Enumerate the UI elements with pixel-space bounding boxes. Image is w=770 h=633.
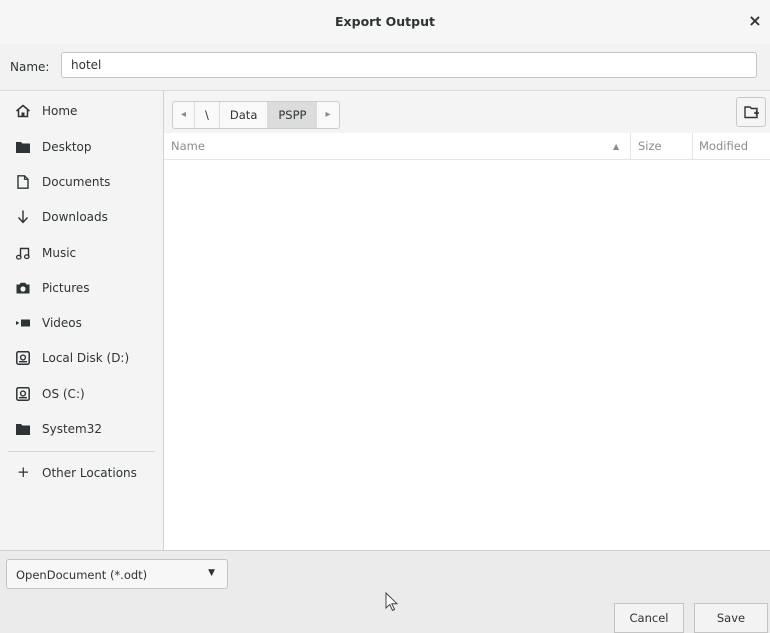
plus-icon: + [17,463,30,481]
path-bar: ◂ \ Data PSPP ▸ [164,91,770,133]
home-icon [15,104,31,118]
title-bar: Export Output × [0,0,770,45]
column-divider [630,133,631,159]
new-folder-icon [744,106,759,119]
sidebar-item-label: Pictures [42,281,90,295]
drive-icon [15,351,31,365]
camera-icon [15,281,31,295]
sidebar-item-label: Local Disk (D:) [42,351,130,365]
file-browser: ◂ \ Data PSPP ▸ Name ▲ Size Modified [164,91,770,550]
mouse-cursor-icon [385,592,399,612]
sidebar-item-label: OS (C:) [42,387,85,401]
path-forward-arrow[interactable]: ▸ [317,102,338,128]
download-icon [15,210,31,224]
chevron-down-icon: ▼ [208,568,215,578]
name-input[interactable] [61,52,757,78]
sidebar-divider [8,451,155,452]
sidebar-item-label: System32 [42,422,103,436]
document-icon [15,175,31,189]
sidebar-item-pictures[interactable]: Pictures [0,272,163,304]
name-row: Name: [0,44,770,91]
sidebar-item-videos[interactable]: Videos [0,307,163,339]
music-icon [15,246,31,260]
filter-bar: OpenDocument (*.odt) ▼ [0,550,770,597]
file-type-select[interactable]: OpenDocument (*.odt) ▼ [6,559,228,589]
file-type-label: OpenDocument (*.odt) [16,568,148,582]
sidebar-item-downloads[interactable]: Downloads [0,201,163,233]
path-back-arrow[interactable]: ◂ [173,102,196,128]
sidebar-item-label: Downloads [42,210,108,224]
sidebar-item-label: Home [42,104,78,118]
sidebar-item-documents[interactable]: Documents [0,166,163,198]
sidebar-item-label: Documents [42,175,111,189]
sidebar-item-label: Desktop [42,140,92,154]
sidebar-item-music[interactable]: Music [0,237,163,269]
name-label: Name: [10,60,50,74]
sidebar-item-os-c[interactable]: OS (C:) [0,378,163,410]
column-size[interactable]: Size [638,139,662,153]
column-name[interactable]: Name [171,139,205,153]
drive-icon [15,387,31,401]
new-folder-button[interactable] [736,97,766,127]
column-divider [692,133,693,159]
sidebar-item-system32[interactable]: System32 [0,413,163,445]
sidebar-item-label: Other Locations [42,466,137,480]
sidebar-item-local-disk-d[interactable]: Local Disk (D:) [0,342,163,374]
crumb-data[interactable]: Data [220,102,269,128]
sidebar-item-label: Videos [42,316,82,330]
breadcrumb: ◂ \ Data PSPP ▸ [172,101,340,129]
sort-ascending-icon: ▲ [613,142,620,151]
window-title: Export Output [335,14,435,29]
folder-icon [15,140,31,154]
folder-icon [15,422,31,436]
crumb-pspp[interactable]: PSPP [268,102,318,128]
sidebar-item-home[interactable]: Home [0,95,163,127]
video-icon [15,316,31,330]
places-sidebar: Home Desktop Documents Downloads Music P… [0,91,164,550]
close-icon[interactable]: × [744,10,766,32]
column-header: Name ▲ Size Modified [164,133,770,160]
sidebar-item-other-locations[interactable]: + Other Locations [0,457,163,489]
sidebar-item-label: Music [42,246,77,260]
crumb-root[interactable]: \ [195,102,220,128]
sidebar-item-desktop[interactable]: Desktop [0,131,163,163]
column-modified[interactable]: Modified [699,139,748,153]
